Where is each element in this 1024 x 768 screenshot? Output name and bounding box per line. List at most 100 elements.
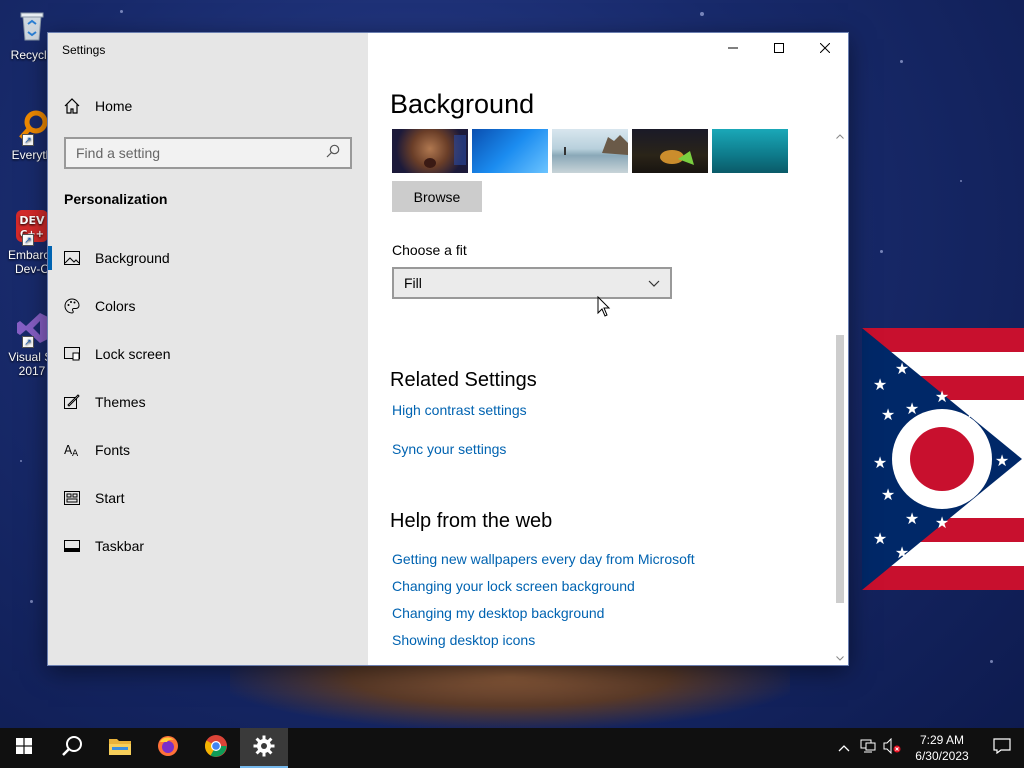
browse-button[interactable]: Browse xyxy=(392,181,482,212)
help-link-desktop-background[interactable]: Changing my desktop background xyxy=(392,605,604,621)
fit-dropdown-value: Fill xyxy=(404,275,422,291)
svg-text:★: ★ xyxy=(995,451,1009,470)
sidebar-item-lock-screen[interactable]: Lock screen xyxy=(48,330,368,378)
start-icon xyxy=(16,737,32,759)
search-icon[interactable] xyxy=(326,144,340,163)
firework-spark xyxy=(990,660,993,663)
mouse-cursor-icon xyxy=(597,295,611,318)
notification-icon xyxy=(993,737,1011,759)
nav-list: Background Colors Lock screen Themes A A… xyxy=(48,234,368,570)
vertical-scrollbar[interactable] xyxy=(832,129,848,665)
maximize-icon xyxy=(774,40,784,58)
ohio-flag-wallpaper: ★ ★ ★ ★ ★ ★ ★ ★ ★ ★ ★ ★ ★ ★ ★ xyxy=(862,328,1024,590)
palette-icon xyxy=(64,298,80,314)
content-pane: Background Browse Choose a fit Fill Rela… xyxy=(368,33,848,665)
background-thumbnail[interactable] xyxy=(712,129,788,173)
sidebar-item-start[interactable]: Start xyxy=(48,474,368,522)
taskbar-file-explorer[interactable] xyxy=(96,728,144,768)
taskbar-chrome[interactable] xyxy=(192,728,240,768)
taskbar-search-button[interactable] xyxy=(48,728,96,768)
start-button[interactable] xyxy=(0,728,48,768)
home-icon xyxy=(64,98,80,114)
background-thumbnail[interactable] xyxy=(472,129,548,173)
background-thumbnail[interactable] xyxy=(392,129,468,173)
nav-home[interactable]: Home xyxy=(64,95,132,117)
svg-text:★: ★ xyxy=(895,543,909,562)
system-tray: 7:29 AM 6/30/2023 xyxy=(832,728,1024,768)
shortcut-arrow-icon: ↗ xyxy=(22,234,34,246)
nav-home-label: Home xyxy=(95,98,133,114)
sync-settings-link[interactable]: Sync your settings xyxy=(392,441,506,457)
shortcut-arrow-icon: ↗ xyxy=(22,134,34,146)
clock-time: 7:29 AM xyxy=(919,733,965,747)
firework-spark xyxy=(960,180,962,182)
fit-label: Choose a fit xyxy=(392,242,467,258)
search-box[interactable] xyxy=(64,137,352,169)
firework-spark xyxy=(30,600,33,603)
taskbar-firefox[interactable] xyxy=(144,728,192,768)
scroll-up-icon[interactable] xyxy=(832,129,848,143)
volume-button[interactable] xyxy=(880,728,904,768)
sidebar-item-fonts[interactable]: AA Fonts xyxy=(48,426,368,474)
sidebar-item-label: Themes xyxy=(95,394,146,410)
svg-text:★: ★ xyxy=(873,453,887,472)
sidebar-item-label: Taskbar xyxy=(95,538,145,554)
minimize-button[interactable] xyxy=(710,33,756,65)
chevron-down-icon xyxy=(648,275,660,291)
svg-text:★: ★ xyxy=(895,359,909,378)
wallpaper-photo xyxy=(230,664,790,728)
sidebar-item-label: Start xyxy=(95,490,125,506)
svg-text:★: ★ xyxy=(873,375,887,394)
svg-text:★: ★ xyxy=(873,529,887,548)
scroll-down-icon[interactable] xyxy=(832,651,848,665)
recent-backgrounds xyxy=(392,129,788,173)
everything-search-icon: ↗ xyxy=(14,108,50,146)
help-link-lock-screen[interactable]: Changing your lock screen background xyxy=(392,578,635,594)
sidebar-item-label: Colors xyxy=(95,298,136,314)
show-hidden-icons-button[interactable] xyxy=(832,728,856,768)
picture-icon xyxy=(64,250,80,266)
svg-text:★: ★ xyxy=(935,387,949,406)
svg-text:★: ★ xyxy=(881,405,895,424)
scrollbar-thumb[interactable] xyxy=(836,335,844,603)
maximize-button[interactable] xyxy=(756,33,802,65)
taskbar-settings[interactable] xyxy=(240,728,288,768)
clock-date: 6/30/2023 xyxy=(915,749,969,763)
shortcut-arrow-icon: ↗ xyxy=(22,336,34,348)
taskbar-clock[interactable]: 7:29 AM 6/30/2023 xyxy=(904,732,980,764)
related-settings-title: Related Settings xyxy=(390,369,537,391)
svg-text:★: ★ xyxy=(965,499,979,518)
close-button[interactable] xyxy=(802,33,848,65)
background-thumbnail[interactable] xyxy=(552,129,628,173)
minimize-icon xyxy=(728,40,738,58)
chrome-icon xyxy=(204,734,228,763)
fit-dropdown[interactable]: Fill xyxy=(392,267,672,299)
lock-screen-icon xyxy=(64,346,80,362)
sidebar-item-taskbar[interactable]: Taskbar xyxy=(48,522,368,570)
font-icon: AA xyxy=(64,442,80,458)
svg-text:A: A xyxy=(72,449,79,458)
sidebar-item-label: Background xyxy=(95,250,170,266)
taskbar-icon xyxy=(64,538,80,554)
svg-text:★: ★ xyxy=(965,403,979,422)
sidebar-item-colors[interactable]: Colors xyxy=(48,282,368,330)
svg-text:DEV: DEV xyxy=(19,214,45,227)
window-controls xyxy=(710,33,848,65)
help-link-wallpapers[interactable]: Getting new wallpapers every day from Mi… xyxy=(392,551,695,567)
firework-spark xyxy=(20,460,22,462)
network-button[interactable] xyxy=(856,728,880,768)
search-input[interactable] xyxy=(76,145,326,161)
action-center-button[interactable] xyxy=(980,728,1024,768)
sidebar-item-themes[interactable]: Themes xyxy=(48,378,368,426)
background-thumbnail[interactable] xyxy=(632,129,708,173)
firework-spark xyxy=(880,250,883,253)
firework-spark xyxy=(120,10,123,13)
sidebar-item-background[interactable]: Background xyxy=(48,234,368,282)
svg-text:★: ★ xyxy=(905,399,919,418)
high-contrast-link[interactable]: High contrast settings xyxy=(392,402,527,418)
firefox-icon xyxy=(156,734,180,763)
help-link-desktop-icons[interactable]: Showing desktop icons xyxy=(392,632,535,648)
sidebar: Settings Home Personalization Background xyxy=(48,33,368,665)
start-grid-icon xyxy=(64,490,80,506)
chevron-up-icon xyxy=(838,739,850,757)
